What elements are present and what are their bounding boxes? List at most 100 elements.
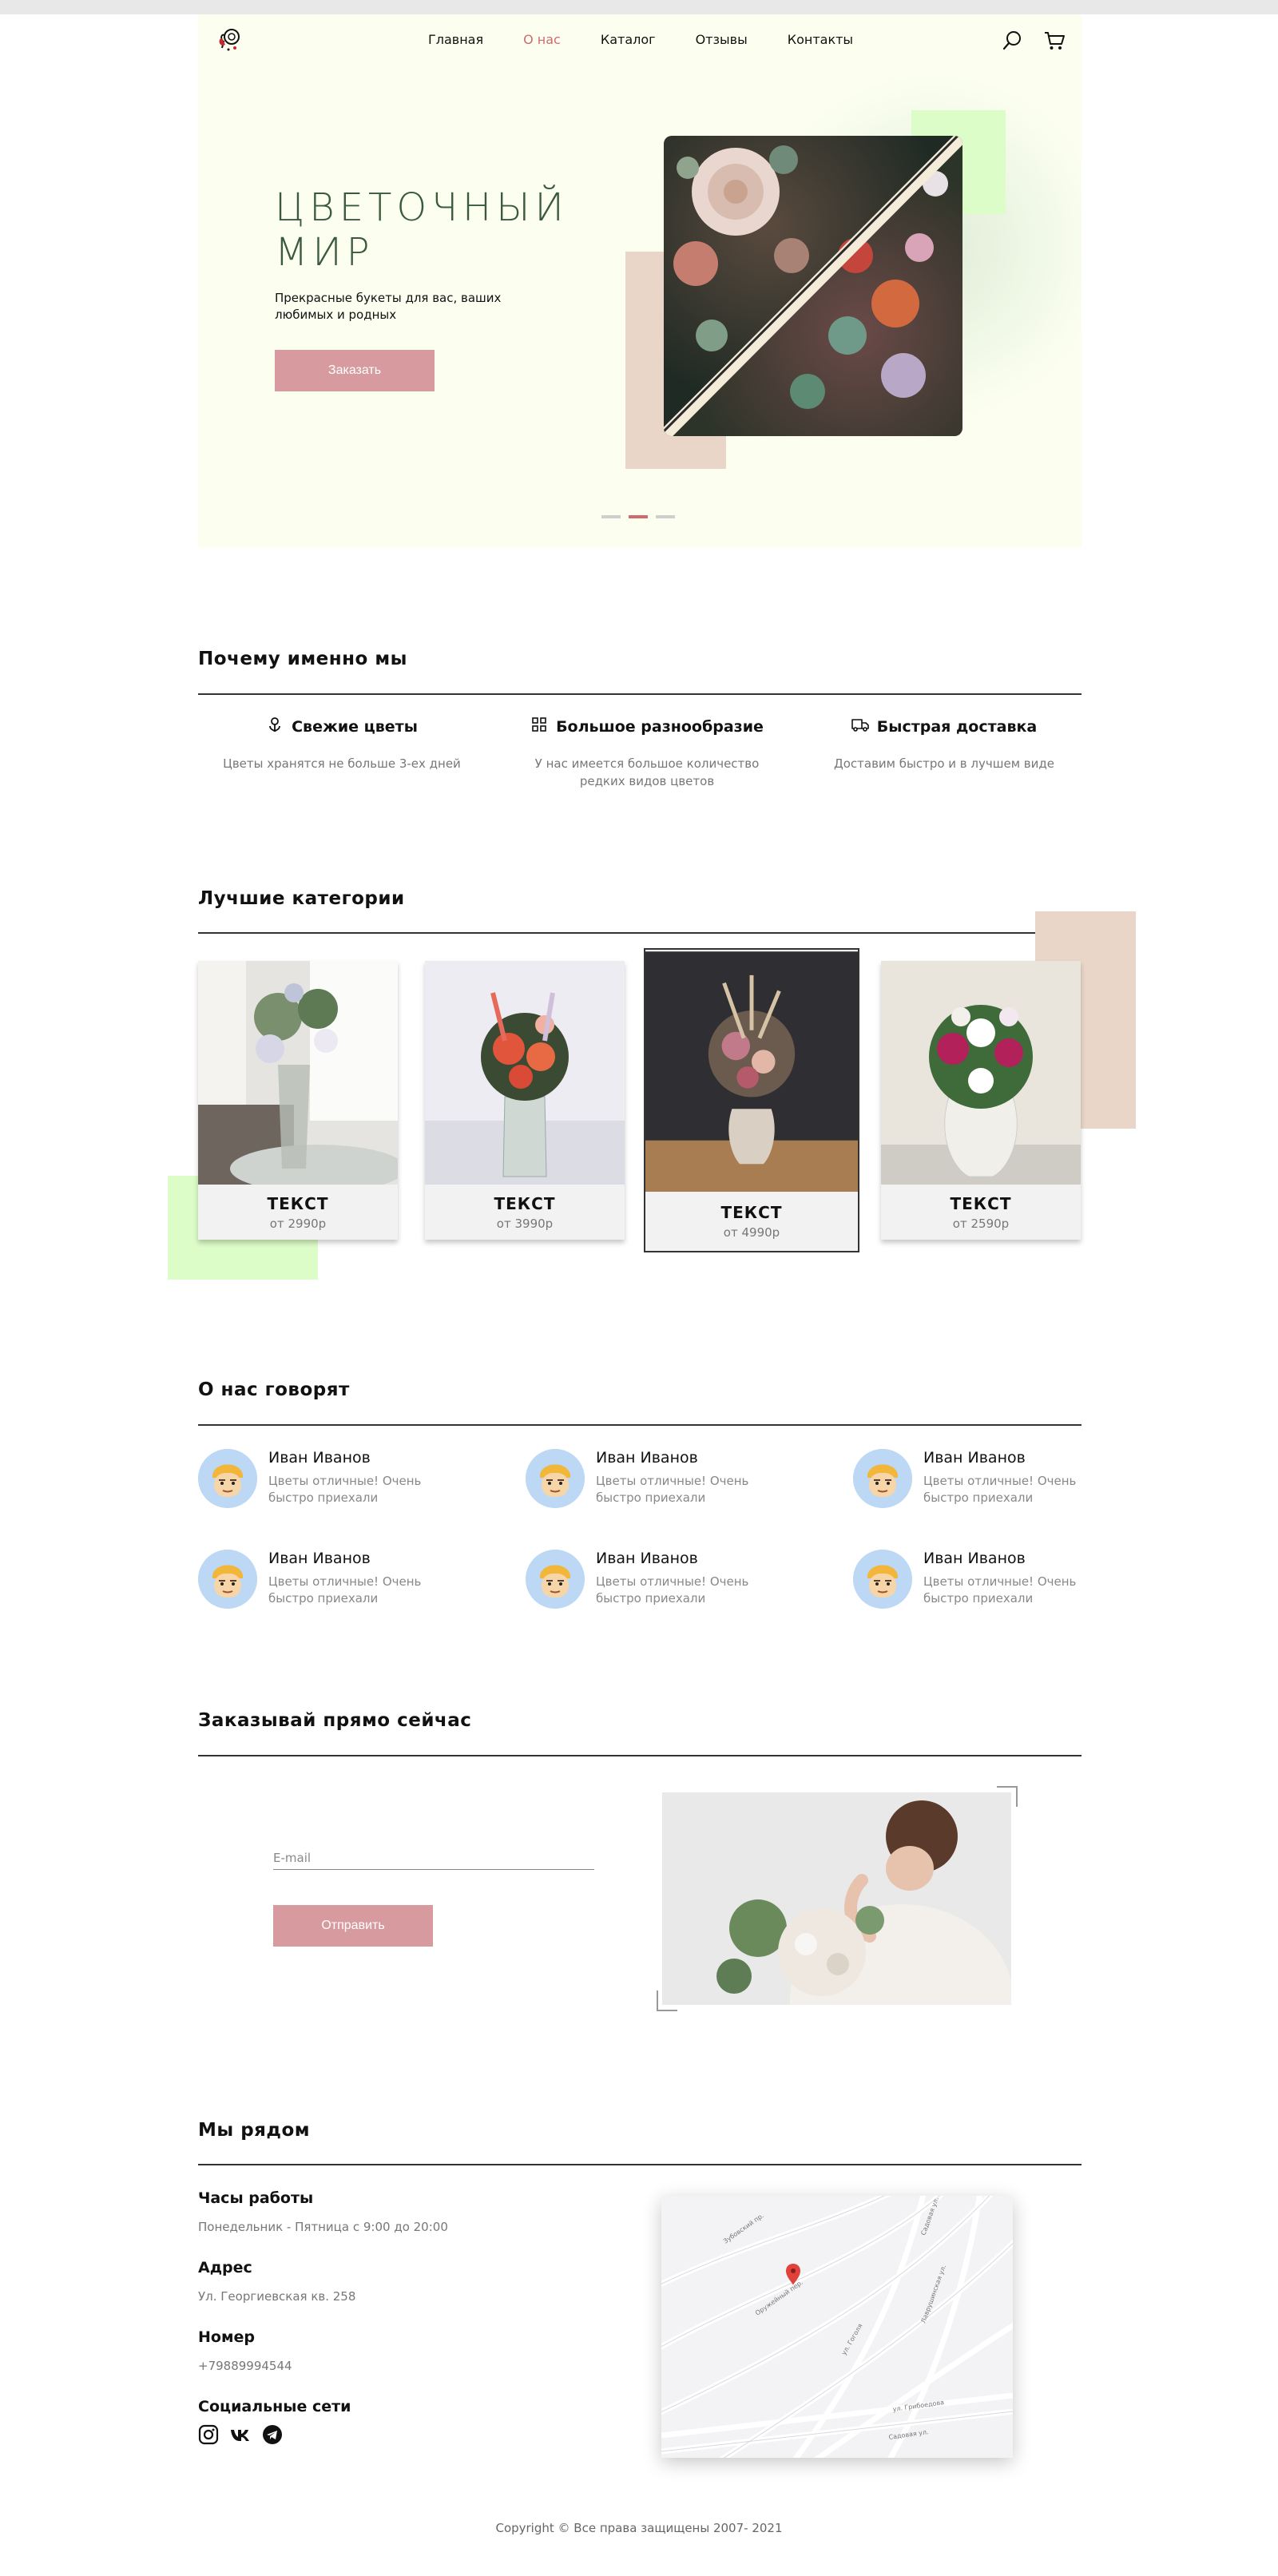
feature-variety: Большое разнообразие У нас имеется больш… <box>511 716 783 790</box>
avatar <box>526 1449 585 1508</box>
hours-value: Понедельник - Пятница с 9:00 до 20:00 <box>198 2220 448 2234</box>
hero-carousel-dots <box>601 515 675 518</box>
review-text: Цветы отличные! Очень быстро приехали <box>923 1474 1077 1505</box>
logo-icon[interactable] <box>214 24 246 56</box>
nav-item-about[interactable]: О нас <box>523 32 561 47</box>
order-section-title: Заказывай прямо сейчас <box>198 1710 472 1731</box>
category-image <box>198 961 398 1185</box>
review-text: Цветы отличные! Очень быстро приехали <box>268 1474 422 1505</box>
category-name: ТЕКСТ <box>950 1194 1012 1213</box>
browser-top-strip <box>0 0 1278 14</box>
feature-fresh-title: Свежие цветы <box>206 716 478 737</box>
reviewer-name: Иван Иванов <box>923 1550 1026 1567</box>
category-image <box>425 961 625 1185</box>
category-price: от 3990р <box>496 1217 554 1231</box>
email-input[interactable] <box>273 1846 594 1870</box>
nav-item-catalog[interactable]: Каталог <box>601 32 656 47</box>
vk-icon[interactable] <box>230 2424 251 2445</box>
feature-delivery-desc: Доставим быстро и в лучшем виде <box>834 756 1054 771</box>
category-card[interactable]: ТЕКСТ от 2590р <box>881 961 1081 1240</box>
avatar <box>853 1449 912 1508</box>
nav-item-reviews[interactable]: Отзывы <box>696 32 748 47</box>
instagram-icon[interactable] <box>198 2424 219 2445</box>
reviewer-name: Иван Иванов <box>923 1449 1026 1467</box>
category-card[interactable]: ТЕКСТ от 3990р <box>425 961 625 1240</box>
category-image <box>881 961 1081 1185</box>
avatar <box>526 1550 585 1609</box>
category-name: ТЕКСТ <box>494 1194 556 1213</box>
carousel-dot-2[interactable] <box>629 515 648 518</box>
truck-icon <box>851 716 869 737</box>
hero-title-line2: МИР <box>275 230 375 275</box>
review-item: Иван Иванов Цветы отличные! Очень быстро … <box>198 1449 438 1521</box>
copyright-text: Copyright © Все права защищены 2007- 202… <box>495 2521 783 2535</box>
feature-delivery-title: Быстрая доставка <box>808 716 1080 737</box>
grid-icon <box>530 716 548 737</box>
avatar <box>853 1550 912 1609</box>
category-card-featured[interactable]: ТЕКСТ от 4990р <box>644 948 859 1252</box>
feature-variety-desc: У нас имеется большое количество редких … <box>534 756 760 788</box>
feature-delivery-label: Быстрая доставка <box>876 717 1038 736</box>
nav-item-contacts[interactable]: Контакты <box>788 32 853 47</box>
review-text: Цветы отличные! Очень быстро приехали <box>596 1574 749 1606</box>
reviews-divider <box>198 1424 1082 1426</box>
hero-section: Главная О нас Каталог Отзывы Контакты ЦВ… <box>198 14 1082 548</box>
hero-bouquet-image <box>664 136 962 436</box>
phone-label: Номер <box>198 2328 255 2346</box>
category-name: ТЕКСТ <box>720 1203 783 1222</box>
avatar <box>198 1550 257 1609</box>
telegram-icon[interactable] <box>262 2424 283 2445</box>
review-text: Цветы отличные! Очень быстро приехали <box>596 1474 749 1505</box>
address-label: Адрес <box>198 2259 252 2276</box>
nav-item-home[interactable]: Главная <box>428 32 483 47</box>
feature-fresh-desc: Цветы хранятся не больше 3-ех дней <box>223 756 461 771</box>
feature-delivery: Быстрая доставка Доставим быстро и в луч… <box>808 716 1080 772</box>
carousel-dot-3[interactable] <box>656 515 675 518</box>
categories-divider <box>198 932 1082 934</box>
review-text: Цветы отличные! Очень быстро приехали <box>923 1574 1077 1606</box>
submit-button[interactable]: Отправить <box>273 1905 433 1947</box>
flower-icon <box>266 716 284 737</box>
location-map[interactable]: Зубовский пр. Садовая ул. Оружейный пер.… <box>661 2196 1013 2458</box>
review-item: Иван Иванов Цветы отличные! Очень быстро … <box>526 1550 765 1621</box>
review-item: Иван Иванов Цветы отличные! Очень быстро … <box>853 1449 1093 1521</box>
phone-value[interactable]: +79889994544 <box>198 2359 292 2373</box>
category-image <box>645 951 858 1192</box>
contacts-divider <box>198 2164 1082 2165</box>
reviewer-name: Иван Иванов <box>596 1449 698 1467</box>
cart-icon[interactable] <box>1042 29 1066 53</box>
hero-title-line1: ЦВЕТОЧНЫЙ <box>275 185 569 230</box>
review-text: Цветы отличные! Очень быстро приехали <box>268 1574 422 1606</box>
contacts-section-title: Мы рядом <box>198 2120 311 2141</box>
feature-variety-label: Большое разнообразие <box>556 717 764 736</box>
order-photo-image <box>662 1792 1011 2005</box>
categories-section-title: Лучшие категории <box>198 888 405 909</box>
hours-label: Часы работы <box>198 2189 314 2207</box>
order-button[interactable]: Заказать <box>275 350 435 391</box>
search-icon[interactable] <box>1001 29 1025 53</box>
category-price: от 4990р <box>723 1225 780 1240</box>
address-value: Ул. Георгиевская кв. 258 <box>198 2289 356 2304</box>
category-name: ТЕКСТ <box>267 1194 329 1213</box>
category-price: от 2990р <box>269 1217 327 1231</box>
main-nav: Главная О нас Каталог Отзывы Контакты <box>428 32 893 47</box>
why-section-title: Почему именно мы <box>198 649 407 669</box>
order-divider <box>198 1755 1082 1756</box>
feature-variety-title: Большое разнообразие <box>511 716 783 737</box>
feature-fresh-label: Свежие цветы <box>292 717 418 736</box>
social-label: Социальные сети <box>198 2398 351 2415</box>
why-divider <box>198 693 1082 695</box>
reviews-section-title: О нас говорят <box>198 1379 350 1400</box>
reviewer-name: Иван Иванов <box>268 1449 371 1467</box>
category-card[interactable]: ТЕКСТ от 2990р <box>198 961 398 1240</box>
feature-fresh: Свежие цветы Цветы хранятся не больше 3-… <box>206 716 478 772</box>
review-item: Иван Иванов Цветы отличные! Очень быстро … <box>853 1550 1093 1621</box>
reviewer-name: Иван Иванов <box>596 1550 698 1567</box>
hero-title: ЦВЕТОЧНЫЙ МИР <box>275 185 610 275</box>
review-item: Иван Иванов Цветы отличные! Очень быстро … <box>198 1550 438 1621</box>
carousel-dot-1[interactable] <box>601 515 621 518</box>
avatar <box>198 1449 257 1508</box>
hero-subtitle: Прекрасные букеты для вас, ваших любимых… <box>275 291 502 322</box>
reviewer-name: Иван Иванов <box>268 1550 371 1567</box>
review-item: Иван Иванов Цветы отличные! Очень быстро … <box>526 1449 765 1521</box>
